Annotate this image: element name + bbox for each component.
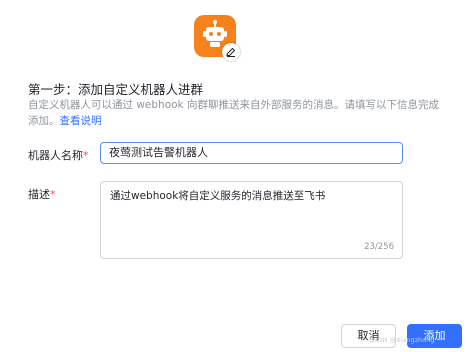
watermark: CSDN @Xiangzhong — [369, 336, 435, 344]
required-marker: * — [83, 149, 89, 162]
bot-name-input[interactable]: 夜莺测试告警机器人 — [100, 142, 403, 164]
view-instructions-link[interactable]: 查看说明 — [60, 115, 102, 127]
step-title: 第一步：添加自定义机器人进群 — [28, 82, 204, 97]
step-description-line2: 添加。查看说明 — [28, 113, 438, 129]
bot-name-label-text: 机器人名称 — [28, 149, 83, 162]
step-description-line1: 自定义机器人可以通过 webhook 向群聊推送来自外部服务的消息。请填写以下信… — [28, 99, 439, 111]
description-label: 描述* — [28, 186, 56, 202]
step-description: 自定义机器人可以通过 webhook 向群聊推送来自外部服务的消息。请填写以下信… — [28, 97, 439, 129]
edit-pencil-icon[interactable] — [222, 43, 240, 61]
description-label-text: 描述 — [28, 188, 50, 201]
step-description-end: 添加。 — [28, 115, 60, 127]
description-textarea[interactable]: 通过webhook将自定义服务的消息推送至飞书 23/256 — [100, 181, 403, 259]
bot-name-label: 机器人名称* — [28, 147, 89, 163]
character-count: 23/256 — [364, 242, 394, 252]
description-text: 通过webhook将自定义服务的消息推送至飞书 — [110, 190, 326, 202]
add-bot-dialog: 第一步：添加自定义机器人进群 自定义机器人可以通过 webhook 向群聊推送来… — [0, 0, 474, 352]
required-marker: * — [50, 188, 56, 201]
